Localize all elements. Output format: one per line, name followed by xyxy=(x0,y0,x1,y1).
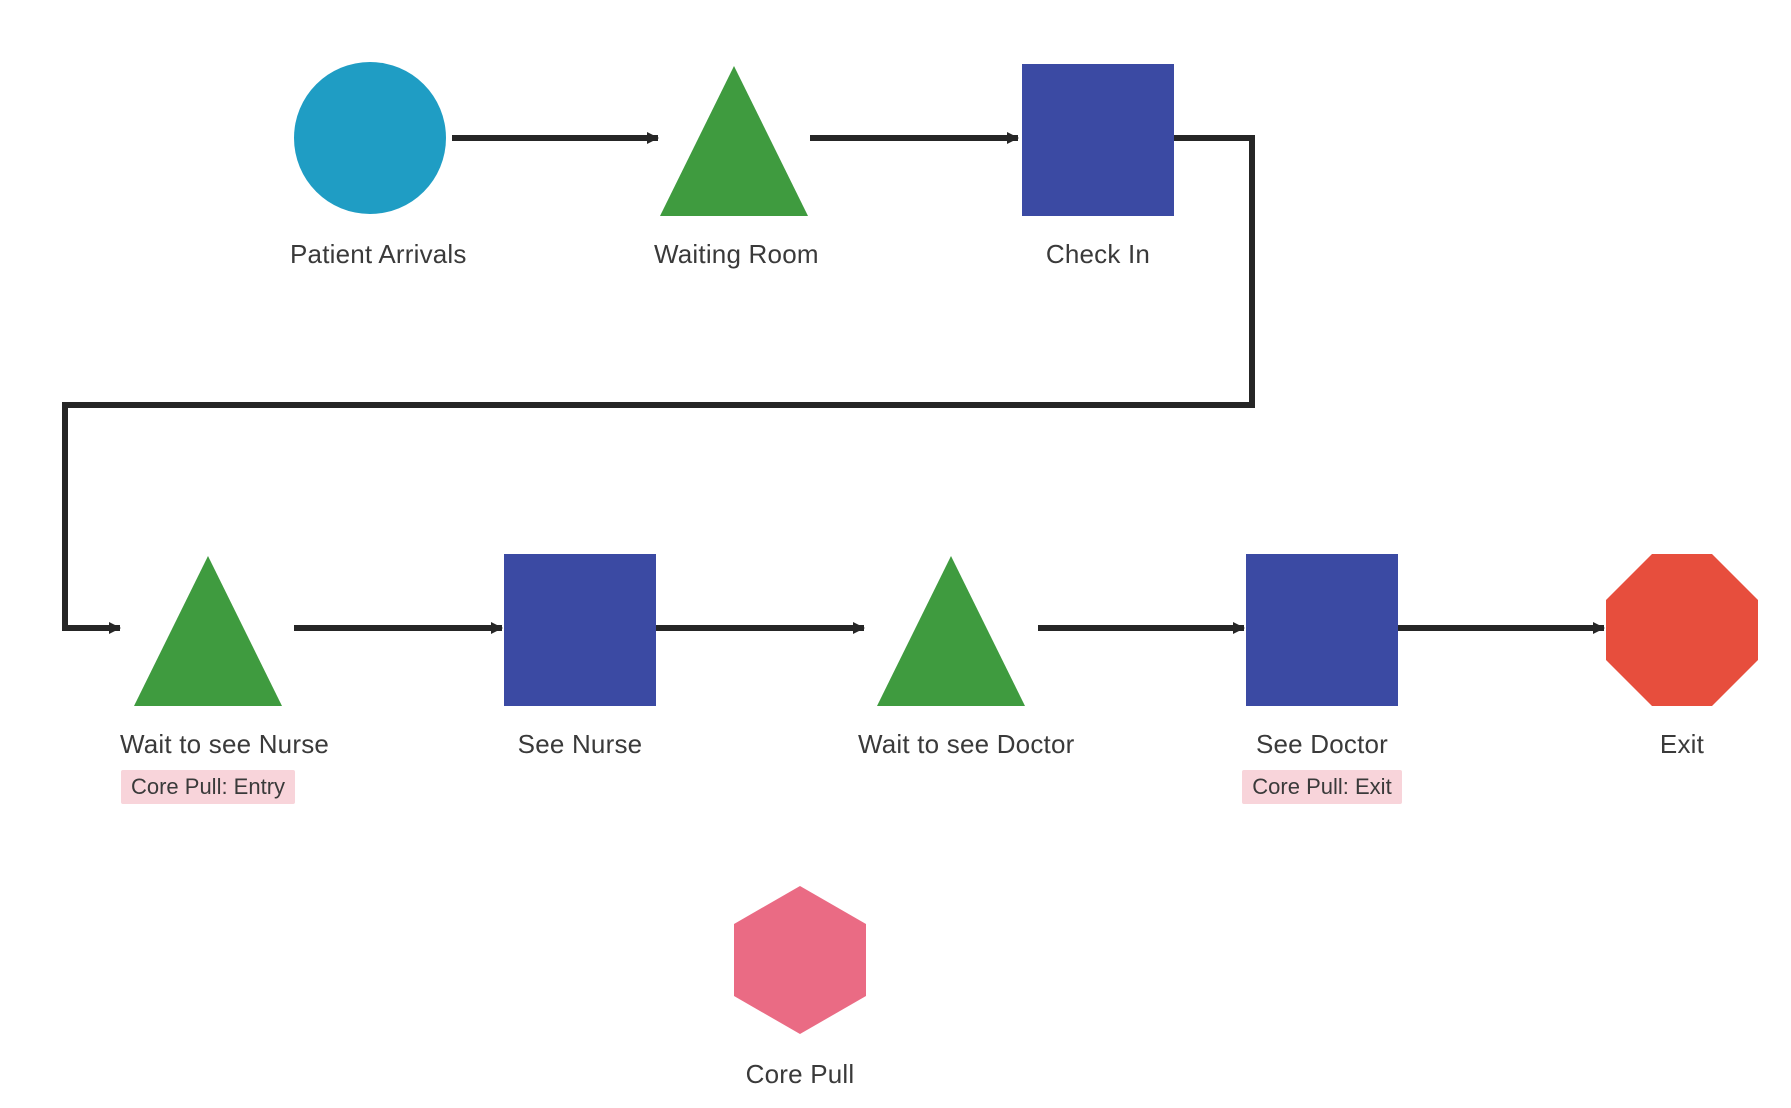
node-tag-exit: Core Pull: Exit xyxy=(1242,770,1401,804)
node-label: Wait to see Doctor xyxy=(858,729,1044,760)
node-see-nurse[interactable]: See Nurse xyxy=(500,550,660,760)
node-patient-arrivals[interactable]: Patient Arrivals xyxy=(290,60,450,270)
node-label: See Doctor xyxy=(1242,729,1402,760)
node-label: Check In xyxy=(1018,239,1178,270)
octagon-icon xyxy=(1602,550,1762,710)
circle-icon xyxy=(290,60,450,220)
node-label: Patient Arrivals xyxy=(290,239,450,270)
square-icon xyxy=(1242,550,1402,710)
triangle-icon xyxy=(858,550,1044,710)
node-label: Wait to see Nurse xyxy=(120,729,296,760)
node-label: Exit xyxy=(1602,729,1762,760)
triangle-icon xyxy=(120,550,296,710)
triangle-icon xyxy=(654,60,814,220)
diagram-canvas: Patient Arrivals Waiting Room Check In W… xyxy=(0,0,1791,1108)
node-check-in[interactable]: Check In xyxy=(1018,60,1178,270)
node-wait-nurse[interactable]: Wait to see Nurse Core Pull: Entry xyxy=(120,550,296,804)
node-label: See Nurse xyxy=(500,729,660,760)
node-label: Waiting Room xyxy=(654,239,814,270)
node-label: Core Pull xyxy=(720,1059,880,1090)
node-waiting-room[interactable]: Waiting Room xyxy=(654,60,814,270)
node-wait-doctor[interactable]: Wait to see Doctor xyxy=(858,550,1044,760)
square-icon xyxy=(500,550,660,710)
node-see-doctor[interactable]: See Doctor Core Pull: Exit xyxy=(1242,550,1402,804)
hexagon-icon xyxy=(720,880,880,1040)
square-icon xyxy=(1018,60,1178,220)
node-tag-entry: Core Pull: Entry xyxy=(121,770,295,804)
node-exit[interactable]: Exit xyxy=(1602,550,1762,760)
node-core-pull[interactable]: Core Pull xyxy=(720,880,880,1090)
